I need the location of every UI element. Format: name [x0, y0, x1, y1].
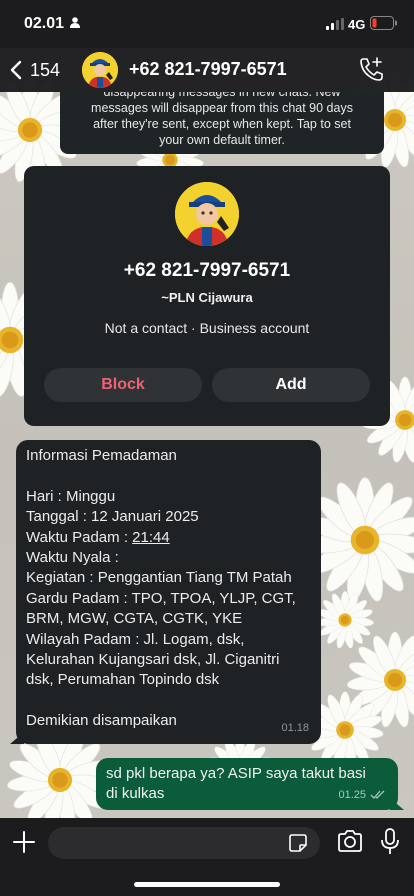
pln-mascot-avatar-image: [175, 182, 239, 246]
microphone-icon[interactable]: [380, 828, 400, 856]
business-avatar[interactable]: [175, 182, 239, 246]
message-line: Informasi Pemadaman: [26, 447, 177, 464]
contact-status-label: Not a contact · Business account: [104, 320, 310, 336]
message-line: Demikian disampaikan: [26, 712, 177, 730]
message-line: Kegiatan : Penggantian Tiang TM Patah: [26, 569, 292, 587]
battery-low-icon: [370, 16, 397, 30]
message-line: [26, 691, 311, 711]
business-contact-card: +62 821-7997-6571 ~PLN Cijawura Not a co…: [24, 166, 390, 426]
message-composer: [0, 818, 414, 896]
disappearing-messages-notice[interactable]: disappearing messages in new chats. New …: [60, 92, 384, 154]
outgoing-message-bubble[interactable]: sd pkl berapa ya? ASIP saya takut basi d…: [96, 758, 404, 810]
message-line: Waktu Nyala :: [26, 548, 119, 566]
message-line: BRM, MGW, CGTA, CGTK, YKE: [26, 610, 243, 628]
message-line: sd pkl berapa ya? ASIP saya takut basi: [106, 765, 366, 782]
back-button[interactable]: 154: [10, 56, 60, 84]
block-button[interactable]: Block: [44, 368, 202, 402]
business-phone-number: +62 821-7997-6571: [123, 260, 291, 281]
home-indicator[interactable]: [134, 882, 280, 887]
chat-title[interactable]: +62 821-7997-6571: [129, 59, 287, 80]
incoming-message-bubble[interactable]: Informasi Pemadaman Hari : Minggu Tangga…: [10, 440, 321, 744]
message-timestamp: 01.18: [281, 721, 309, 734]
plus-icon[interactable]: [12, 830, 36, 854]
add-contact-button[interactable]: Add: [212, 368, 370, 402]
notice-line: disappearing messages in new chats. New: [103, 92, 341, 99]
business-name: ~PLN Cijawura: [161, 290, 253, 305]
unread-chats-count: 154: [30, 59, 61, 80]
chevron-left-icon: [10, 60, 22, 80]
message-line: Gardu Padam : TPO, TPOA, YLJP, CGT,: [26, 589, 296, 607]
detected-time-link[interactable]: 21:44: [132, 529, 170, 546]
notice-line: your own default timer.: [159, 133, 285, 147]
add-call-icon[interactable]: [358, 56, 384, 82]
message-line: [26, 466, 311, 486]
status-bar: 02.01 4G: [0, 0, 414, 48]
cellular-signal-icon: [326, 18, 344, 30]
message-line: Wilayah Padam : Jl. Logam, dsk,: [26, 630, 245, 648]
notice-line: after they're sent, except when kept. Ta…: [93, 117, 351, 131]
message-input[interactable]: [48, 827, 320, 859]
message-line: Waktu Padam :: [26, 528, 133, 546]
double-check-read-icon: [370, 790, 385, 799]
network-type: 4G: [348, 17, 366, 32]
sticker-icon[interactable]: [288, 833, 308, 853]
chat-header: 154 +62 821-7997-6571: [0, 48, 414, 92]
contact-avatar[interactable]: [82, 52, 118, 88]
message-line: Tanggal : 12 Januari 2025: [26, 508, 199, 526]
message-line-outage-time: Waktu Padam : 21:44: [26, 528, 311, 548]
notice-line: messages will disappear from this chat 9…: [91, 101, 353, 115]
message-line: Kelurahan Kujangsari dsk, Jl. Ciganitri: [26, 650, 280, 668]
message-line: dsk, Perumahan Topindo dsk: [26, 671, 220, 689]
pln-mascot-avatar-image: [82, 52, 118, 88]
person-icon: [70, 17, 80, 28]
message-meta: 01.25: [338, 785, 386, 805]
message-line: Hari : Minggu: [26, 487, 116, 505]
message-timestamp: 01.25: [338, 788, 366, 801]
status-time: 02.01: [24, 15, 65, 32]
camera-icon[interactable]: [336, 829, 364, 853]
